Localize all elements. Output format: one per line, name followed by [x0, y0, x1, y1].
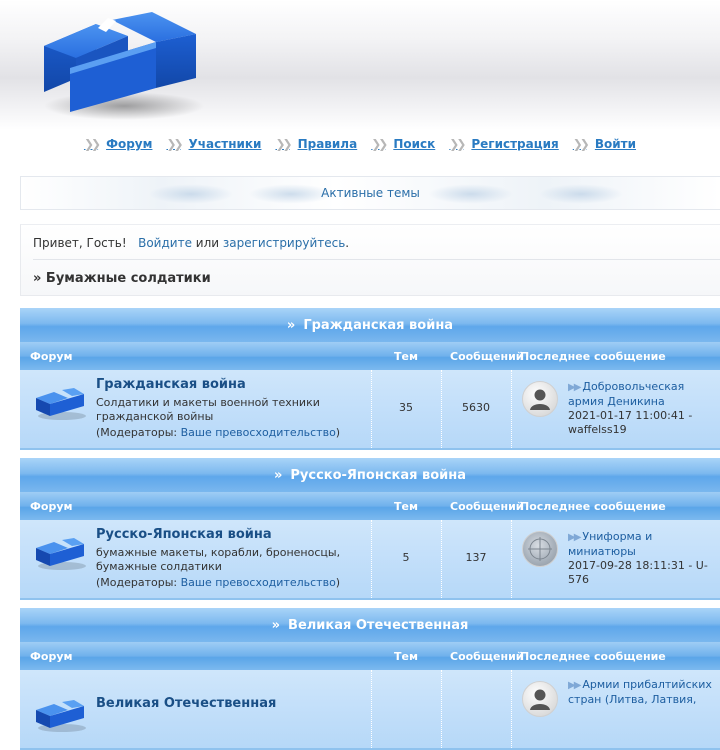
column-header-row: Форум Тем Сообщений Последнее сообщение [20, 492, 720, 520]
nav-members[interactable]: ❯❯ Участники [166, 137, 261, 151]
forum-description: Солдатики и макеты военной техники гражд… [96, 396, 320, 423]
category-header: » Гражданская война [20, 308, 720, 342]
greeting-text: Привет, Гость! [33, 236, 127, 250]
col-forum: Форум [30, 350, 73, 363]
site-logo-icon[interactable] [36, 8, 206, 126]
category-title[interactable]: Русско-Японская война [290, 468, 466, 483]
divider [371, 670, 372, 748]
nav-forum[interactable]: ❯❯ Форум [84, 137, 152, 151]
double-chevron-icon: ❯❯ [166, 137, 183, 151]
category-title[interactable]: Гражданская война [303, 318, 453, 333]
col-posts: Сообщений [450, 500, 524, 513]
forum-title-link[interactable]: Русско-Японская война [96, 527, 272, 542]
moderator-link[interactable]: Ваше превосходительство [181, 576, 336, 589]
double-chevron-icon: ❯❯ [449, 137, 466, 151]
forum-moderators: (Модераторы: Ваше превосходительство) [96, 576, 341, 589]
last-post-arrow-icon: ▶▶ [568, 680, 581, 691]
last-post-link[interactable]: Униформа и миниатюры [568, 530, 652, 558]
double-chevron-icon: ❯❯ [275, 137, 292, 151]
col-last: Последнее сообщение [520, 500, 666, 513]
last-post: ▶▶ Униформа и миниатюры 2017-09-28 18:11:… [568, 530, 718, 587]
nav-login[interactable]: ❯❯ Войти [573, 137, 636, 151]
last-post-arrow-icon: ▶▶ [568, 382, 581, 393]
moderators-label: Модераторы: [100, 426, 178, 439]
last-post: ▶▶ Армии прибалтийских стран (Литва, Латв… [568, 678, 718, 707]
nav-register[interactable]: ❯❯ Регистрация [449, 137, 558, 151]
last-post-link[interactable]: Армии прибалтийских стран (Литва, Латвия… [568, 678, 712, 706]
forum-row: Русско-Японская война бумажные макеты, к… [20, 520, 720, 598]
double-chevron-icon: ❯❯ [83, 137, 101, 151]
user-avatar-icon[interactable] [522, 381, 558, 417]
last-post: ▶▶ Добровольческая армия Деникина 2021-01… [568, 380, 718, 437]
user-avatar-icon[interactable] [522, 681, 558, 717]
nav-search[interactable]: ❯❯ Поиск [371, 137, 435, 151]
divider [511, 670, 512, 748]
nav-rules[interactable]: ❯❯ Правила [275, 137, 357, 151]
forum-folder-icon [36, 700, 86, 732]
site-header [0, 0, 720, 130]
active-topics-bar: Активные темы [20, 176, 720, 210]
topics-count: 35 [399, 401, 413, 414]
col-forum: Форум [30, 650, 73, 663]
forum-row: Гражданская война Солдатики и макеты вое… [20, 370, 720, 448]
column-header-row: Форум Тем Сообщений Последнее сообщение [20, 642, 720, 670]
greeting-suffix: . [345, 236, 350, 250]
forum-title-link[interactable]: Великая Отечественная [96, 696, 276, 711]
forum-folder-icon [36, 388, 86, 420]
active-topics-link[interactable]: Активные темы [321, 186, 420, 200]
forum-title-link[interactable]: Гражданская война [96, 377, 246, 392]
divider [33, 259, 720, 260]
forum-folder-icon [36, 538, 86, 570]
category-header: » Великая Отечественная [20, 608, 720, 642]
welcome-panel: Привет, Гость! Войдите или зарегистрируй… [20, 224, 720, 296]
col-last: Последнее сообщение [520, 350, 666, 363]
col-topics: Тем [394, 500, 418, 513]
category-title[interactable]: Великая Отечественная [288, 618, 468, 633]
register-link[interactable]: зарегистрируйтесь [223, 236, 345, 250]
posts-count: 5630 [462, 401, 490, 414]
last-post-meta: 2021-01-17 11:00:41 - waffelss19 [568, 409, 693, 436]
divider [441, 670, 442, 748]
posts-count: 137 [465, 551, 487, 564]
col-topics: Тем [394, 350, 418, 363]
login-link[interactable]: Войдите [138, 236, 192, 250]
last-post-link[interactable]: Добровольческая армия Деникина [568, 380, 684, 408]
last-post-meta: 2017-09-28 18:11:31 - U-576 [568, 559, 708, 586]
double-chevron-icon: » [273, 467, 283, 483]
forum-row: Великая Отечественная ▶▶ Армии прибалтийс… [20, 670, 720, 748]
greeting-line: Привет, Гость! Войдите или зарегистрируй… [33, 236, 349, 250]
col-topics: Тем [394, 650, 418, 663]
double-chevron-icon: ❯❯ [371, 137, 388, 151]
last-post-arrow-icon: ▶▶ [568, 532, 581, 543]
breadcrumb[interactable]: » Бумажные солдатики [33, 271, 211, 286]
col-last: Последнее сообщение [520, 650, 666, 663]
col-forum: Форум [30, 500, 73, 513]
col-posts: Сообщений [450, 350, 524, 363]
moderator-link[interactable]: Ваше превосходительство [181, 426, 336, 439]
nav-search-label: Поиск [393, 137, 436, 151]
nav-login-label: Войти [594, 137, 637, 151]
col-posts: Сообщений [450, 650, 524, 663]
nav-rules-label: Правила [297, 137, 358, 151]
double-chevron-icon: » [271, 617, 281, 633]
forum-description: бумажные макеты, корабли, броненосцы, бу… [96, 546, 341, 573]
forum-moderators: (Модераторы: Ваше превосходительство) [96, 426, 341, 439]
user-avatar-icon[interactable] [522, 531, 558, 567]
double-chevron-icon: ❯❯ [572, 137, 590, 151]
category-block: » Великая Отечественная Форум Тем Сообще… [20, 608, 720, 750]
column-header-row: Форум Тем Сообщений Последнее сообщение [20, 342, 720, 370]
nav-forum-label: Форум [106, 137, 153, 151]
double-chevron-icon: » [286, 317, 296, 333]
category-block: » Русско-Японская война Форум Тем Сообще… [20, 458, 720, 600]
divider [511, 520, 512, 598]
moderators-label: Модераторы: [100, 576, 178, 589]
greeting-or: или [195, 236, 220, 250]
nav-members-label: Участники [188, 137, 262, 151]
divider [511, 370, 512, 448]
nav-register-label: Регистрация [471, 137, 559, 151]
category-header: » Русско-Японская война [20, 458, 720, 492]
main-nav: ❯❯ Форум ❯❯ Участники ❯❯ Правила ❯❯ Поис… [0, 136, 720, 152]
category-block: » Гражданская война Форум Тем Сообщений … [20, 308, 720, 450]
topics-count: 5 [402, 551, 410, 564]
